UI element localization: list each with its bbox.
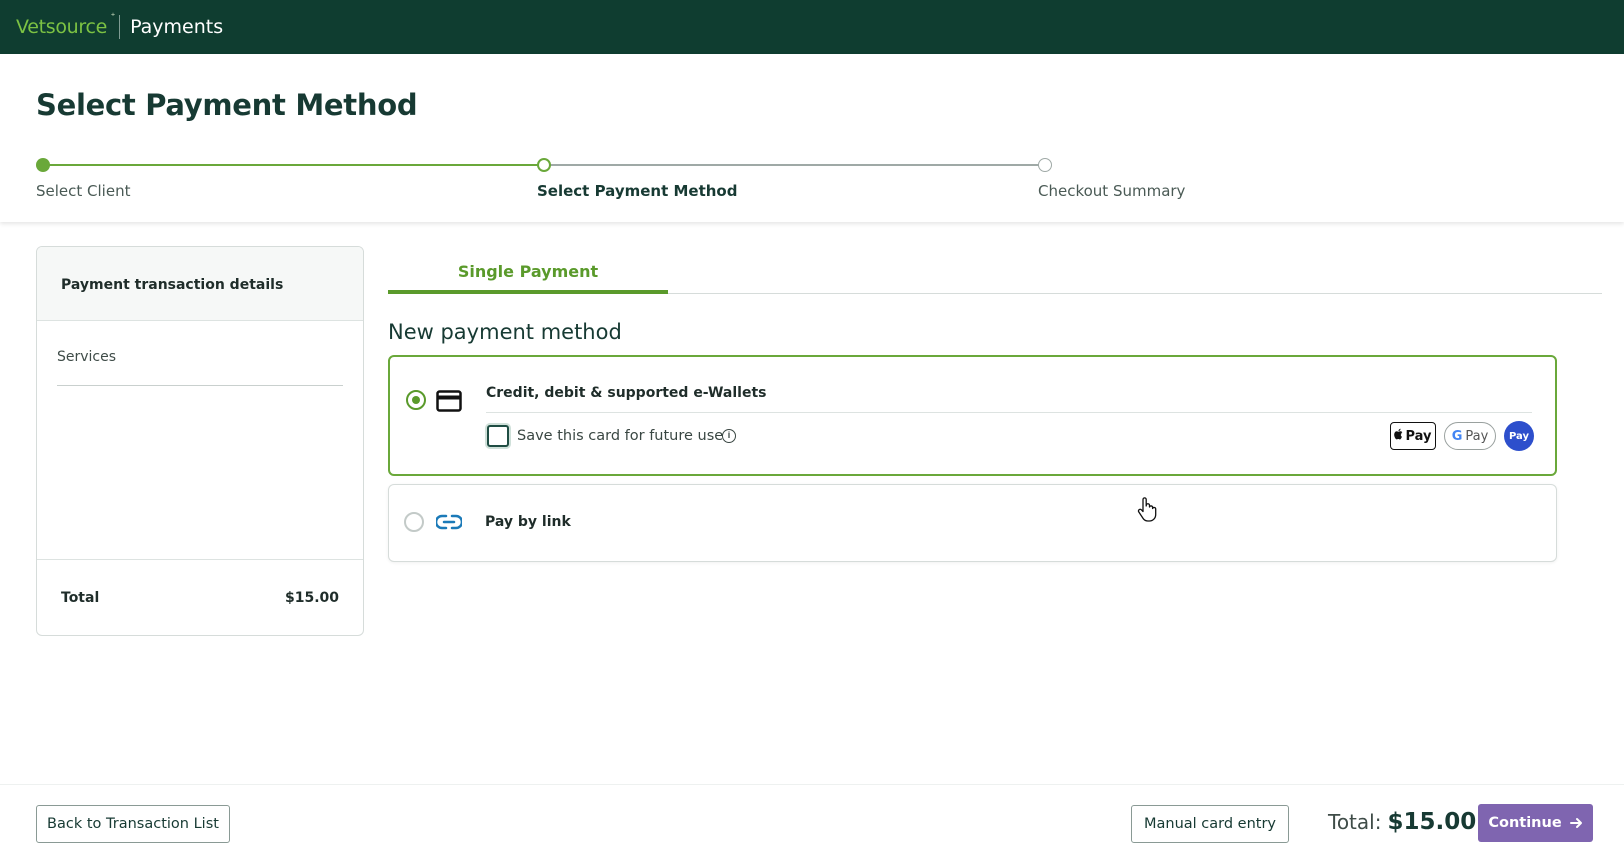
step-connector-2: [547, 164, 1047, 166]
arrow-right-icon: [1569, 817, 1583, 829]
google-g-icon: G: [1451, 428, 1463, 444]
section-title: New payment method: [388, 320, 622, 344]
manual-card-entry-button[interactable]: Manual card entry: [1131, 805, 1289, 843]
vetsource-logo[interactable]: Vetsource ⁺: [16, 12, 115, 38]
sparkle-icon: ⁺: [110, 12, 116, 22]
step-dot-completed: [36, 158, 50, 172]
footer-total-value: $15.00: [1387, 809, 1477, 835]
continue-button[interactable]: Continue: [1478, 804, 1593, 842]
summary-header: Payment transaction details: [37, 247, 363, 321]
payment-option-card[interactable]: Credit, debit & supported e-Wallets Save…: [388, 355, 1557, 476]
footer-total-label: Total:: [1328, 810, 1382, 834]
topbar-divider: [119, 15, 121, 39]
step-connector-1: [42, 164, 542, 166]
footer-total: Total: $15.00: [1328, 809, 1476, 835]
continue-label: Continue: [1488, 815, 1562, 831]
page-header: Select Payment Method Select Client Sele…: [0, 54, 1624, 222]
wallet-pay-badge: Pay: [1504, 421, 1534, 451]
summary-total-row: Total $15.00: [37, 559, 363, 635]
payment-option-link[interactable]: Pay by link: [388, 484, 1557, 562]
apple-icon: [1394, 428, 1404, 444]
step-label-checkout-summary: Checkout Summary: [1038, 182, 1186, 200]
link-option-label: Pay by link: [485, 514, 571, 530]
payment-tabs: Single Payment: [388, 256, 1602, 294]
progress-stepper: Select Client Select Payment Method Chec…: [36, 156, 1185, 200]
services-label: Services: [57, 349, 343, 386]
step-dot-current: [537, 158, 551, 172]
hand-cursor-icon: [1136, 496, 1158, 522]
step-dot-pending: [1038, 158, 1052, 172]
back-to-transaction-list-button[interactable]: Back to Transaction List: [36, 805, 230, 843]
info-icon[interactable]: i: [722, 429, 736, 443]
card-radio[interactable]: [406, 390, 426, 410]
apple-pay-badge: Pay: [1390, 422, 1436, 450]
summary-total-value: $15.00: [284, 589, 339, 606]
app-name: Payments: [130, 16, 224, 38]
save-card-label[interactable]: Save this card for future use: [517, 428, 723, 444]
footer-bar: Back to Transaction List Manual card ent…: [0, 784, 1624, 857]
google-pay-badge: G Pay: [1444, 422, 1496, 450]
card-option-label: Credit, debit & supported e-Wallets: [486, 385, 767, 401]
card-option-divider: [486, 412, 1532, 413]
step-label-select-client: Select Client: [36, 182, 131, 200]
page-title: Select Payment Method: [36, 88, 418, 122]
link-radio[interactable]: [404, 512, 424, 532]
transaction-summary-card: Payment transaction details Services Tot…: [36, 246, 364, 636]
step-label-select-payment-method: Select Payment Method: [537, 182, 738, 200]
link-icon: [434, 514, 464, 535]
save-card-checkbox[interactable]: [487, 425, 509, 447]
summary-total-label: Total: [61, 589, 100, 606]
card-icon: [436, 390, 462, 417]
top-bar: Vetsource ⁺ Payments: [0, 0, 1624, 54]
tab-single-payment[interactable]: Single Payment: [388, 256, 668, 294]
